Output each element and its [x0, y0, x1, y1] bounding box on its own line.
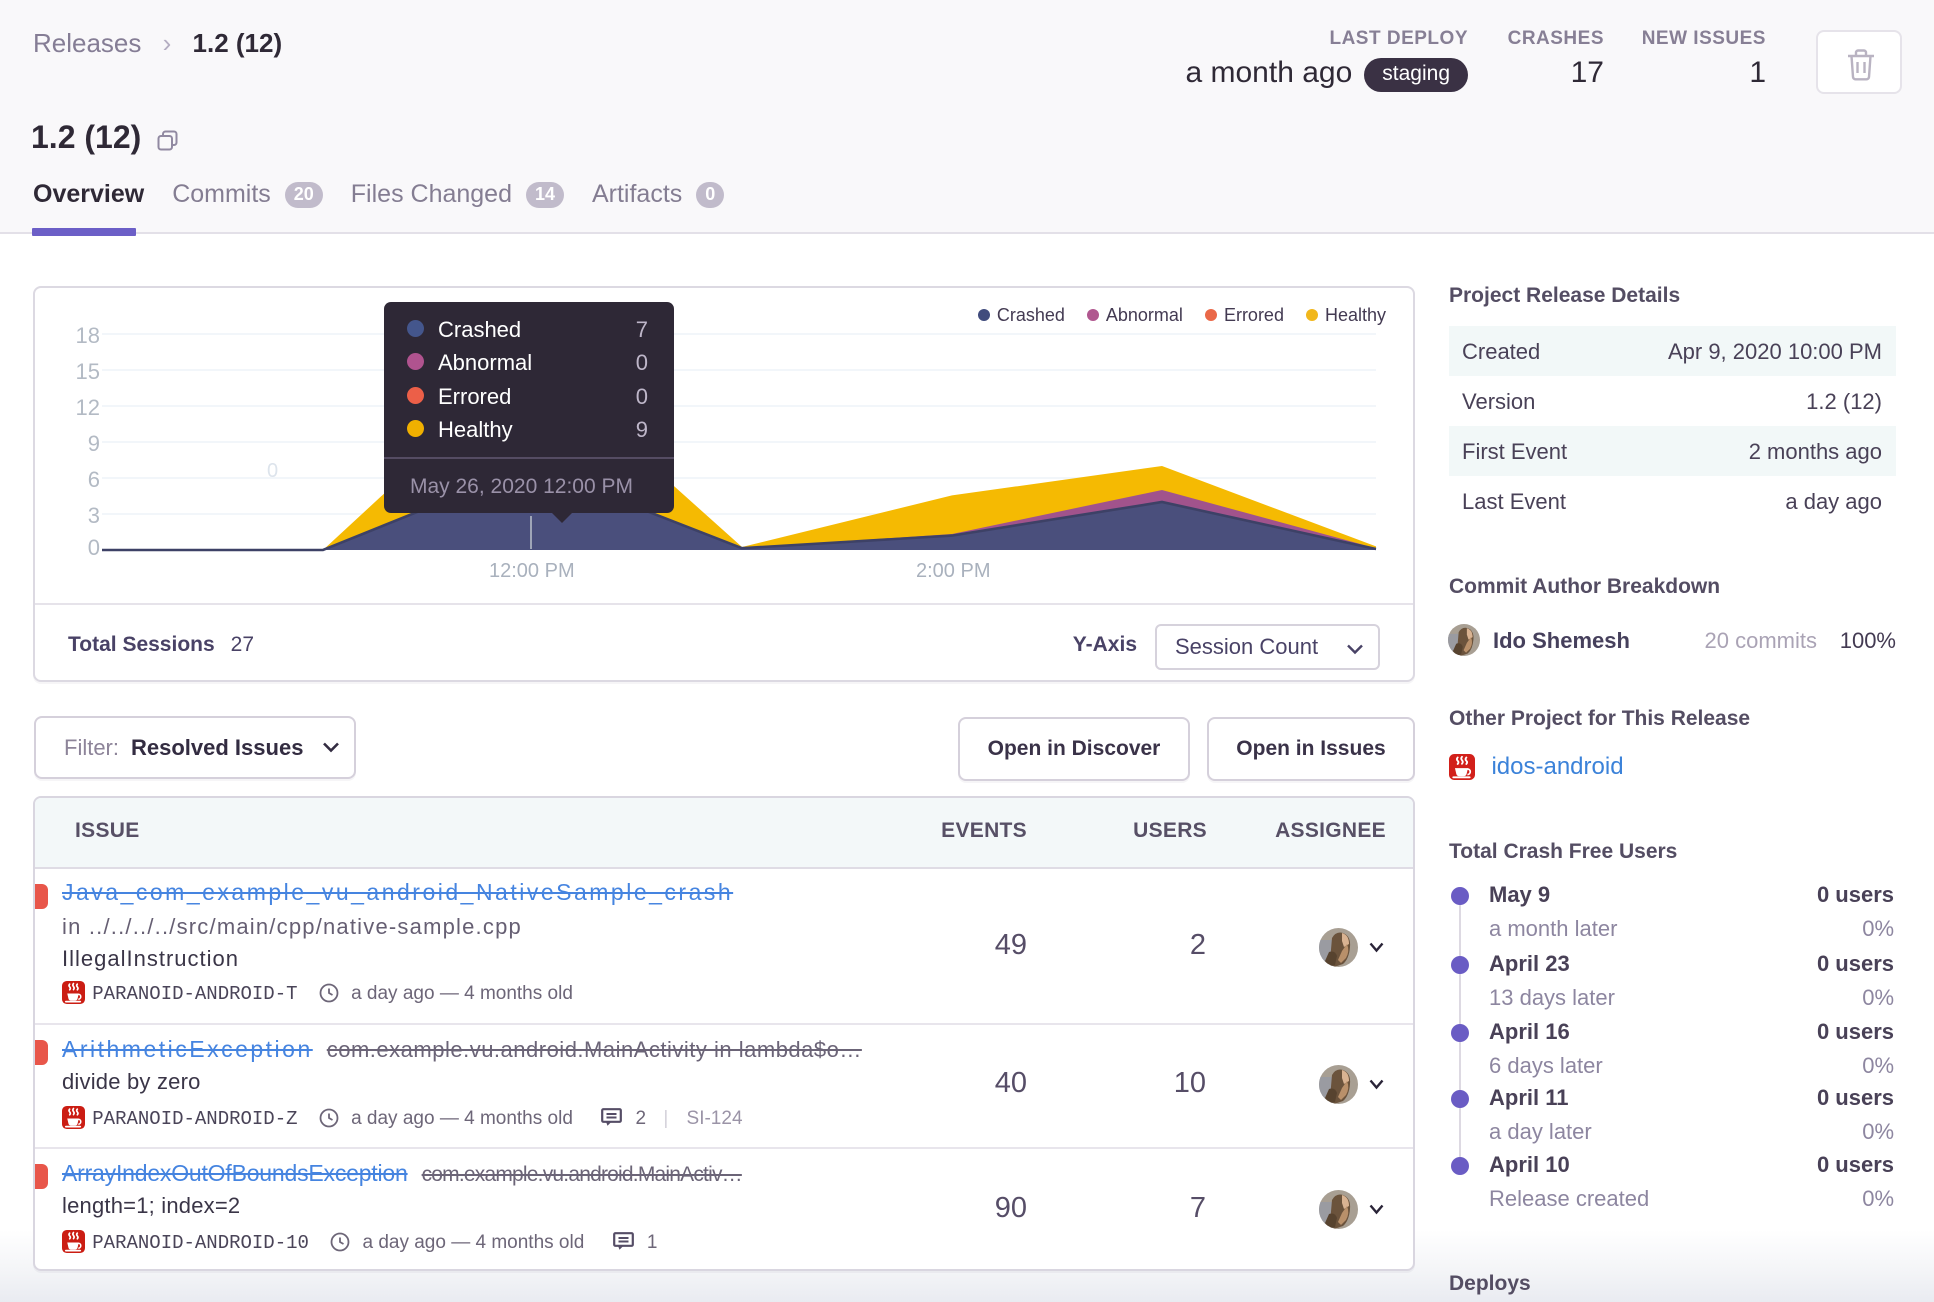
- svg-text:0: 0: [267, 460, 278, 482]
